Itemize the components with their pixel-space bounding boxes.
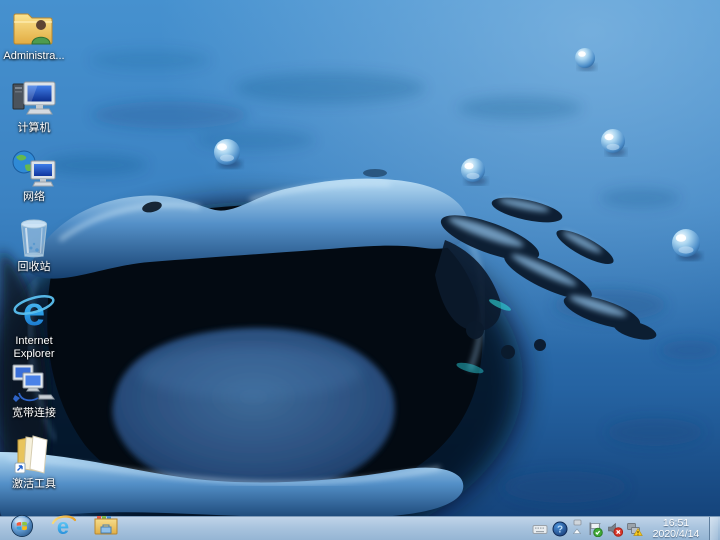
internet-explorer-icon: e <box>51 514 77 540</box>
windows-start-orb-icon <box>10 514 34 540</box>
system-tray: ? <box>531 517 720 540</box>
desktop-icon-label: Administra... <box>1 50 66 63</box>
show-hidden-icons-arrow[interactable] <box>571 517 583 540</box>
desktop-icon-label: 计算机 <box>16 122 53 135</box>
start-button[interactable] <box>7 517 37 540</box>
desktop-icon-internet-explorer[interactable]: e Internet Explorer <box>1 291 67 361</box>
desktop-icon-label: 激活工具 <box>10 478 58 491</box>
desktop-icon-label: 宽带连接 <box>10 407 58 420</box>
network-limited-icon[interactable] <box>626 517 643 540</box>
desktop-icon-activation-tool[interactable]: 激活工具 <box>1 434 67 491</box>
desktop-icon-label: 回收站 <box>16 261 53 274</box>
windows-explorer-folder-icon <box>93 515 119 540</box>
clock-time: 16:51 <box>648 518 704 529</box>
taskbar-internet-explorer-button[interactable]: e <box>49 517 79 540</box>
svg-text:?: ? <box>556 524 562 535</box>
desktop-icon-broadband-connection[interactable]: 宽带连接 <box>1 363 67 420</box>
show-desktop-button[interactable] <box>709 517 718 540</box>
desktop-icon-administrator[interactable]: Administra... <box>1 6 67 63</box>
help-question-icon[interactable]: ? <box>551 517 568 540</box>
wallpaper-water-splash <box>0 0 720 540</box>
desktop-icon-label: 网络 <box>21 191 47 204</box>
taskbar-windows-explorer-button[interactable] <box>91 517 121 540</box>
desktop-icon-network[interactable]: 网络 <box>1 147 67 204</box>
windows7-desktop: Administra... 计算机 <box>0 0 720 540</box>
volume-muted-icon[interactable] <box>606 517 623 540</box>
broadband-connection-icon <box>11 363 57 405</box>
action-center-flag-icon[interactable] <box>586 517 603 540</box>
computer-icon <box>11 78 57 120</box>
internet-explorer-icon: e <box>12 291 56 333</box>
desktop-icon-computer[interactable]: 计算机 <box>1 78 67 135</box>
desktop-icon-recycle-bin[interactable]: 回收站 <box>1 217 67 274</box>
clock-date: 2020/4/14 <box>648 529 704 540</box>
recycle-bin-icon <box>11 217 57 259</box>
input-method-keyboard-icon[interactable] <box>531 517 548 540</box>
open-folder-shortcut-icon <box>11 434 57 476</box>
user-folder-icon <box>11 6 57 48</box>
taskbar: e <box>0 516 720 540</box>
taskbar-clock[interactable]: 16:51 2020/4/14 <box>648 517 704 540</box>
desktop-icon-label: Internet Explorer <box>1 335 67 361</box>
network-globe-icon <box>11 147 57 189</box>
